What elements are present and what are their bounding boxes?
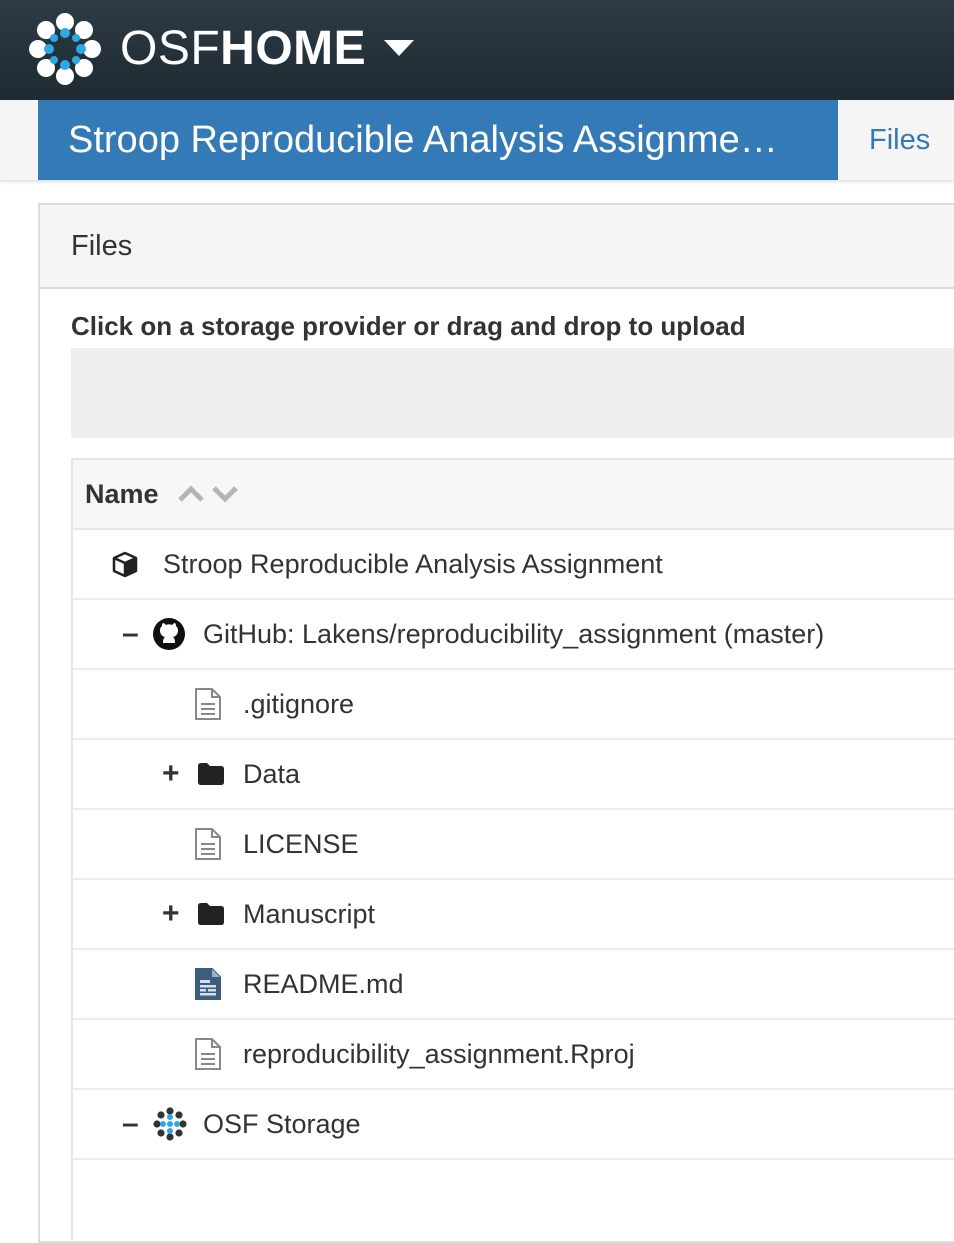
upload-dropzone[interactable]: [71, 348, 954, 438]
osf-logo-icon[interactable]: [28, 12, 102, 86]
markdown-file-icon: [194, 950, 222, 1018]
tree-row-label: .gitignore: [243, 688, 355, 719]
grid-header: Name: [73, 460, 954, 530]
file-icon: [194, 1020, 222, 1088]
tree-row-file[interactable]: .gitignore: [73, 670, 954, 740]
tree-row-folder[interactable]: + Data: [73, 740, 954, 810]
brand-home: HOME: [220, 21, 367, 75]
tree-row-project[interactable]: Stroop Reproducible Analysis Assignment: [73, 530, 954, 600]
panel-heading: Files: [40, 205, 954, 289]
project-cube-icon: [111, 530, 139, 598]
caret-down-icon[interactable]: [382, 38, 416, 58]
brand-menu[interactable]: OSF HOME: [120, 18, 416, 78]
tree-row-label: LICENSE: [243, 828, 359, 859]
file-icon: [194, 670, 222, 738]
expand-toggle[interactable]: +: [162, 740, 180, 808]
tree-row-file[interactable]: README.md: [73, 950, 954, 1020]
sort-descending-icon[interactable]: [211, 484, 239, 504]
tree-row-file[interactable]: reproducibility_assignment.Rproj: [73, 1020, 954, 1090]
folder-icon: [197, 740, 225, 808]
tree-row-file[interactable]: LICENSE: [73, 810, 954, 880]
file-icon: [194, 810, 222, 878]
tree-row-label: Stroop Reproducible Analysis Assignment: [163, 548, 663, 579]
sort-ascending-icon[interactable]: [177, 484, 205, 504]
top-navbar: OSF HOME: [0, 0, 954, 100]
tree-row-github[interactable]: – GitHub: Lakens/reproducibility_assignm…: [73, 600, 954, 670]
file-tree-grid: Name Stroop Reproducible Analysis Assign…: [71, 458, 954, 1240]
project-title-link[interactable]: Stroop Reproducible Analysis Assignme…: [38, 100, 838, 180]
tree-row-label: README.md: [243, 968, 404, 999]
tree-row-label: Manuscript: [243, 898, 376, 929]
expand-toggle[interactable]: +: [162, 880, 180, 948]
collapse-toggle[interactable]: –: [122, 600, 139, 668]
files-nav-link[interactable]: Files: [869, 100, 930, 180]
files-panel: Files Click on a storage provider or dra…: [38, 203, 954, 1243]
github-icon: [152, 600, 186, 668]
tree-row-label: Data: [243, 758, 301, 789]
brand-osf: OSF: [120, 21, 221, 75]
collapse-toggle[interactable]: –: [122, 1090, 139, 1158]
tree-row-folder[interactable]: + Manuscript: [73, 880, 954, 950]
project-navbar: Stroop Reproducible Analysis Assignme… F…: [0, 100, 954, 181]
upload-hint: Click on a storage provider or drag and …: [71, 311, 746, 341]
column-name-header: Name: [85, 478, 159, 509]
osf-storage-icon: [153, 1090, 187, 1158]
sort-controls: [177, 484, 239, 504]
tree-row-label: reproducibility_assignment.Rproj: [243, 1038, 635, 1069]
tree-row-label: GitHub: Lakens/reproducibility_assignmen…: [203, 618, 825, 649]
tree-row-label: OSF Storage: [203, 1108, 361, 1139]
folder-icon: [197, 880, 225, 948]
tree-row-osf-storage[interactable]: – OSF Storage: [73, 1090, 954, 1160]
